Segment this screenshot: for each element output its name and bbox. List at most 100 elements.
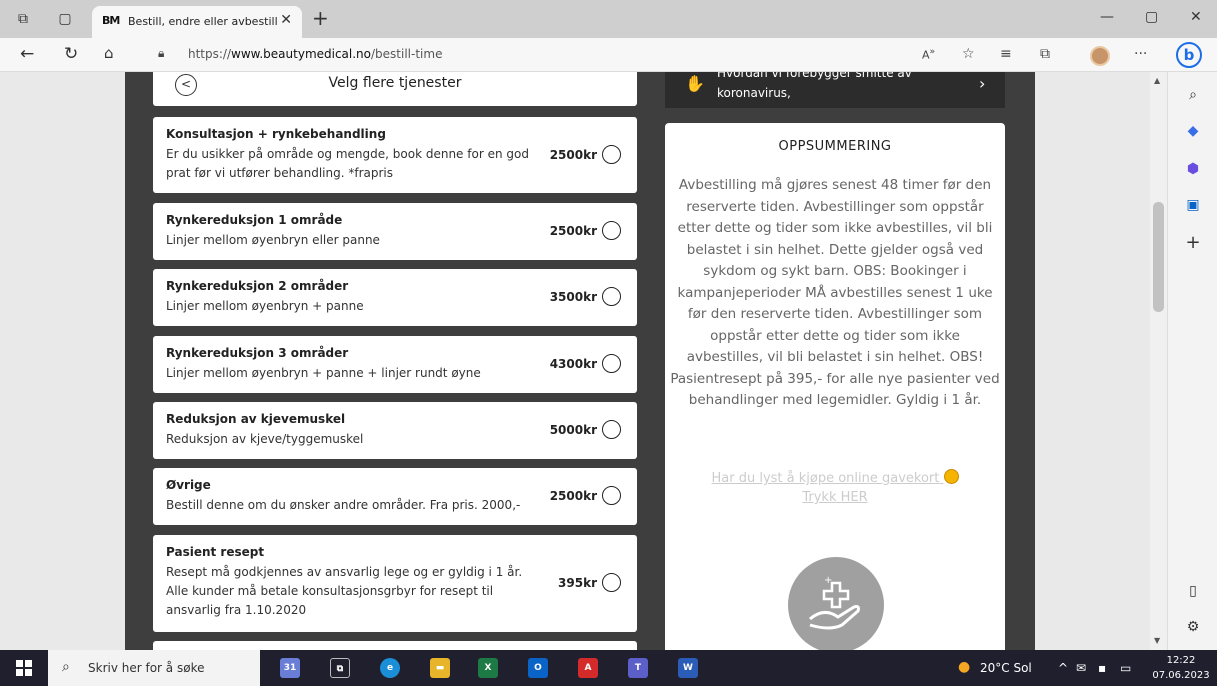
news-hidden-text: Hvordan vi forebygger smitte av <box>717 72 912 80</box>
gift-card-link[interactable]: Har du lyst å kjøpe online gavekort Tryk… <box>685 469 985 507</box>
window-close-icon[interactable]: ✕ <box>1190 9 1202 25</box>
select-services-header: Velg flere tjenester < <box>153 72 637 106</box>
collections-icon[interactable]: ⧉ <box>1040 46 1050 62</box>
service-price: 395kr <box>558 576 597 590</box>
service-name: Konsultasjon + rynkebehandling <box>166 127 386 141</box>
back-chevron-icon[interactable]: < <box>175 74 197 96</box>
profile-avatar[interactable] <box>1090 46 1110 66</box>
service-card[interactable]: Rynkereduksjon 2 områder Linjer mellom ø… <box>153 269 637 326</box>
service-name: Rynkereduksjon 1 område <box>166 213 343 227</box>
service-price: 5000kr <box>549 423 597 437</box>
gift-card-link-text: Har du lyst å kjøpe online gavekort <box>711 471 940 486</box>
settings-gear-icon[interactable]: ⚙ <box>1184 618 1202 636</box>
favorites-list-icon[interactable]: ≡ <box>1000 46 1012 62</box>
service-card[interactable]: Pasient resept Resept må godkjennes av a… <box>153 535 637 632</box>
office-icon[interactable]: ⬢ <box>1184 160 1202 178</box>
tray-expand-icon[interactable]: ^ <box>1058 661 1068 675</box>
corona-news-banner[interactable]: ✋ Hvordan vi forebygger smitte av korona… <box>665 72 1005 108</box>
refresh-icon[interactable]: ↻ <box>64 44 78 64</box>
tab-title: Bestill, endre eller avbestill time <box>128 15 278 28</box>
page-scrollbar[interactable]: ▲ ▼ <box>1150 72 1167 650</box>
excel-icon[interactable]: X <box>478 658 498 678</box>
smiley-hearts-icon <box>943 469 959 484</box>
edge-browser-icon[interactable]: e <box>380 658 400 678</box>
new-tab-icon[interactable]: + <box>312 6 329 30</box>
service-description: Linjer mellom øyenbryn + panne <box>166 299 364 313</box>
weather-sun-icon: ● <box>958 659 971 675</box>
service-description: Linjer mellom øyenbryn eller panne <box>166 233 380 247</box>
service-price: 2500kr <box>549 224 597 238</box>
windows-taskbar: ⌕ Skriv her for å søke 31 ⧉ e ▬ X O A T … <box>0 650 1217 686</box>
scroll-down-arrow-icon[interactable]: ▼ <box>1154 636 1160 645</box>
service-description: Linjer mellom øyenbryn + panne + linjer … <box>166 366 481 380</box>
service-radio[interactable] <box>602 486 621 505</box>
scrollbar-thumb[interactable] <box>1153 202 1164 312</box>
tab-close-icon[interactable]: ✕ <box>280 12 292 28</box>
news-text: koronavirus, <box>717 86 791 100</box>
battery-tray-icon[interactable]: ▭ <box>1120 661 1131 675</box>
service-card[interactable]: Reduksjon av kjevemuskel Reduksjon av kj… <box>153 402 637 459</box>
outlook-icon[interactable]: O <box>528 658 548 678</box>
url-field[interactable]: 🔒︎ https://www.beautymedical.no/bestill-… <box>140 43 900 67</box>
mail-tray-icon[interactable]: ✉ <box>1076 661 1086 675</box>
calendar-widget-icon[interactable]: 31 <box>280 658 300 678</box>
workspaces-icon[interactable]: ⧉ <box>14 10 32 28</box>
url-domain: www.beautymedical.no <box>231 47 372 61</box>
more-menu-icon[interactable]: ··· <box>1134 46 1147 62</box>
acrobat-icon[interactable]: A <box>578 658 598 678</box>
hand-virus-icon: ✋ <box>685 74 705 93</box>
service-card-partial[interactable] <box>153 641 637 650</box>
word-icon[interactable]: W <box>678 658 698 678</box>
address-bar-row: ← ↻ ⌂ 🔒︎ https://www.beautymedical.no/be… <box>0 38 1217 72</box>
header-title: Velg flere tjenester <box>328 75 462 91</box>
teams-icon[interactable]: T <box>628 658 648 678</box>
service-price: 4300kr <box>549 357 597 371</box>
service-name: Rynkereduksjon 2 områder <box>166 279 349 293</box>
search-icon: ⌕ <box>62 659 70 675</box>
edge-sidebar: ⌕ ◆ ⬢ ▣ + ▯ ⚙ <box>1167 72 1217 650</box>
chevron-right-icon[interactable]: › <box>979 74 985 93</box>
service-radio[interactable] <box>602 573 621 592</box>
file-explorer-icon[interactable]: ▬ <box>430 658 450 678</box>
search-icon[interactable]: ⌕ <box>1184 86 1202 104</box>
service-card[interactable]: Rynkereduksjon 3 områder Linjer mellom ø… <box>153 336 637 393</box>
network-tray-icon[interactable]: ▪ <box>1098 661 1106 675</box>
service-card[interactable]: Konsultasjon + rynkebehandling Er du usi… <box>153 117 637 193</box>
service-radio[interactable] <box>602 287 621 306</box>
scroll-up-arrow-icon[interactable]: ▲ <box>1154 76 1160 85</box>
tab-bar: ⧉ ▢ BM Bestill, endre eller avbestill ti… <box>0 0 1217 38</box>
read-aloud-icon[interactable]: A» <box>922 46 935 62</box>
clock-time: 12:22 <box>1166 655 1196 666</box>
service-radio[interactable] <box>602 145 621 164</box>
favorite-star-icon[interactable]: ☆ <box>962 46 975 62</box>
service-radio[interactable] <box>602 354 621 373</box>
summary-panel: OPPSUMMERING Avbestilling må gjøres sene… <box>665 123 1005 650</box>
service-radio[interactable] <box>602 221 621 240</box>
tab-actions-icon[interactable]: ▢ <box>56 10 74 28</box>
service-price: 2500kr <box>549 148 597 162</box>
taskbar-search-box[interactable]: ⌕ Skriv her for å søke <box>48 650 260 686</box>
service-name: Rynkereduksjon 3 områder <box>166 346 349 360</box>
task-view-icon[interactable]: ⧉ <box>330 658 350 678</box>
site-favicon: BM <box>102 14 120 27</box>
restore-icon[interactable]: ▢ <box>1145 9 1158 25</box>
home-icon[interactable]: ⌂ <box>104 44 114 62</box>
active-tab[interactable]: BM Bestill, endre eller avbestill time ✕ <box>92 6 302 38</box>
windows-start-icon[interactable] <box>16 660 32 676</box>
svg-text:+: + <box>824 575 832 586</box>
outlook-icon[interactable]: ▣ <box>1184 196 1202 214</box>
service-radio[interactable] <box>602 420 621 439</box>
add-sidebar-icon[interactable]: + <box>1184 234 1202 252</box>
service-card[interactable]: Øvrige Bestill denne om du ønsker andre … <box>153 468 637 525</box>
weather-text[interactable]: 20°C Sol <box>980 661 1032 675</box>
shopping-tag-icon[interactable]: ◆ <box>1184 122 1202 140</box>
summary-title: OPPSUMMERING <box>778 139 892 154</box>
sidebar-toggle-icon[interactable]: ▯ <box>1184 582 1202 600</box>
taskbar-clock[interactable]: 12:22 07.06.2023 <box>1150 653 1212 683</box>
service-card[interactable]: Rynkereduksjon 1 område Linjer mellom øy… <box>153 203 637 260</box>
service-description: Er du usikker på område og mengde, book … <box>166 147 529 180</box>
minimize-icon[interactable]: — <box>1100 9 1114 25</box>
back-icon[interactable]: ← <box>20 44 34 64</box>
service-price: 2500kr <box>549 489 597 503</box>
bing-chat-icon[interactable]: b <box>1176 42 1202 68</box>
